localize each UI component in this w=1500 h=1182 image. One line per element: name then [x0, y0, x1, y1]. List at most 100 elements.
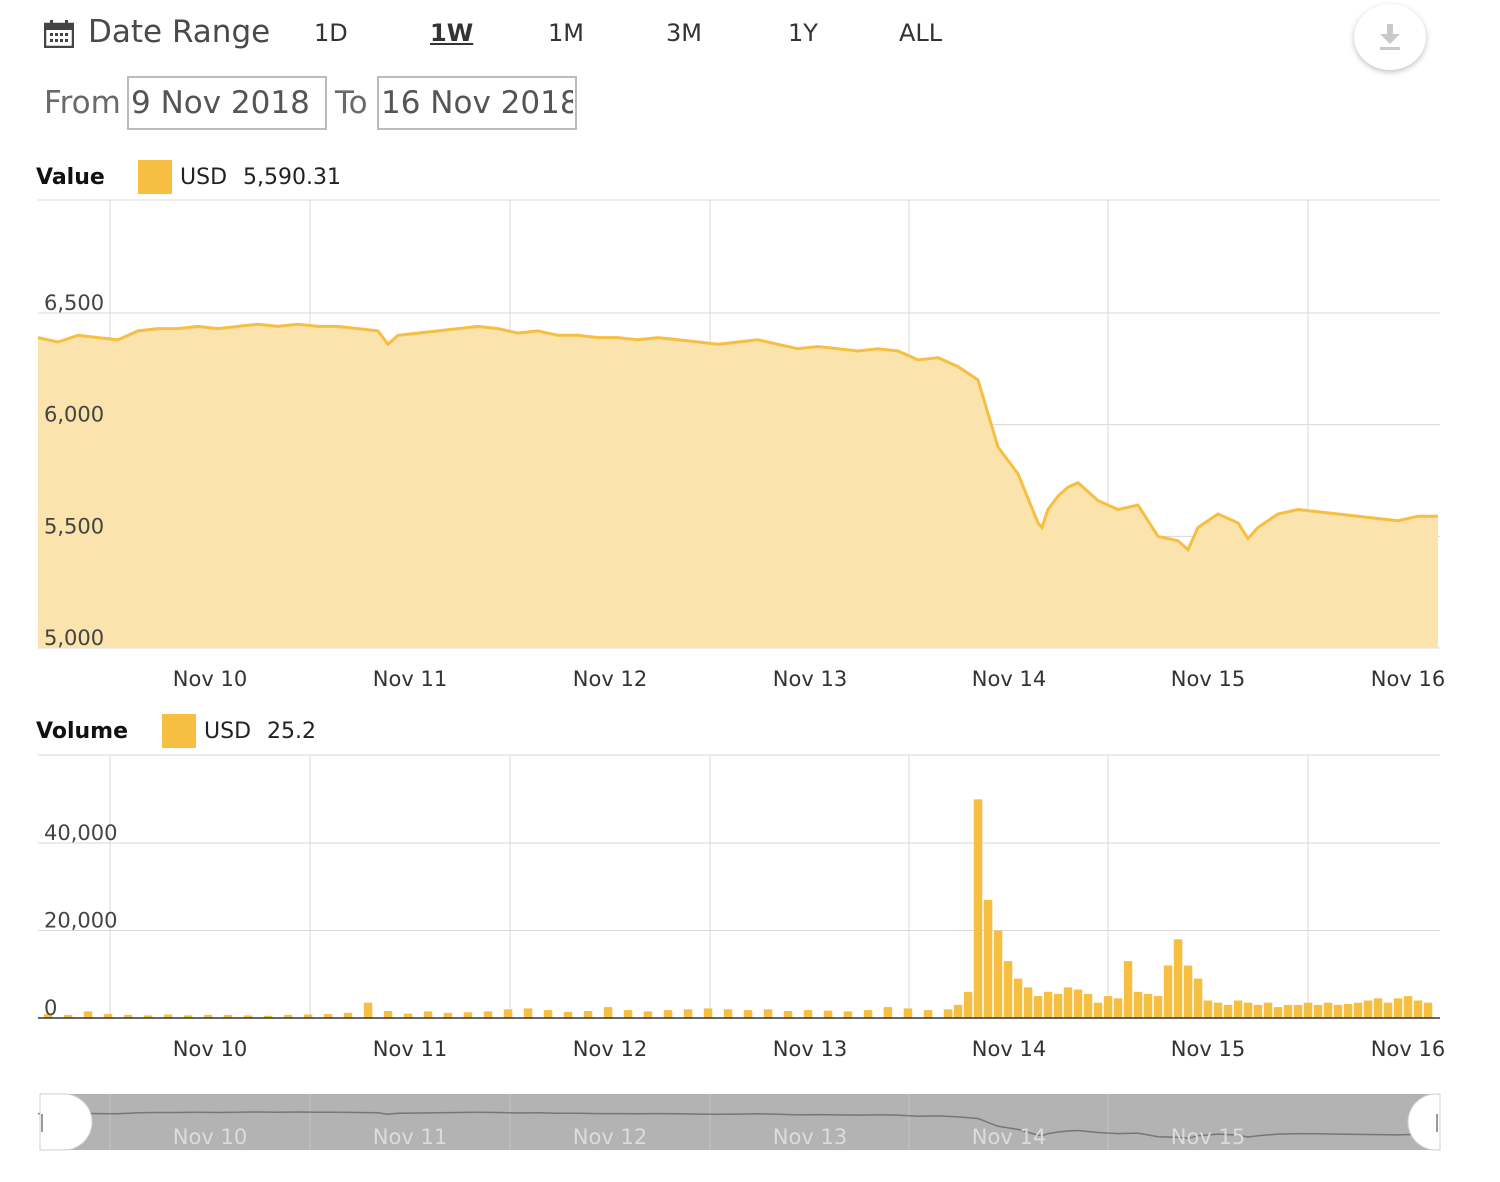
volume-bar — [1263, 1002, 1273, 1018]
volume-bar — [1123, 961, 1133, 1018]
volume-bar — [1083, 993, 1093, 1018]
volume-bar — [1253, 1004, 1263, 1018]
volume-bar — [1343, 1004, 1353, 1018]
volume-bar — [1423, 1002, 1433, 1018]
volume-bar — [1193, 978, 1203, 1018]
volume-bar — [973, 799, 983, 1019]
volume-bar — [1113, 998, 1123, 1018]
volume-bar — [903, 1008, 913, 1018]
volume-bar — [1073, 989, 1083, 1018]
volume-bar — [1103, 996, 1113, 1018]
volume-bar — [1183, 965, 1193, 1018]
volume-bar — [623, 1010, 633, 1018]
volume-bar — [1233, 1000, 1243, 1018]
volume-bar — [1293, 1004, 1303, 1018]
volume-bar — [723, 1009, 733, 1019]
volume-bar — [1173, 939, 1183, 1019]
volume-x-tick-label: Nov 12 — [573, 1037, 647, 1061]
volume-bar — [683, 1009, 693, 1019]
volume-y-tick-label: 0 — [44, 996, 57, 1020]
volume-x-tick-label: Nov 15 — [1171, 1037, 1245, 1061]
volume-bar — [883, 1007, 893, 1018]
volume-bar — [1003, 961, 1013, 1018]
volume-bar — [953, 1004, 963, 1018]
volume-bar — [1313, 1004, 1323, 1018]
volume-bar — [1063, 987, 1073, 1018]
volume-bar — [1273, 1007, 1283, 1018]
volume-y-tick-label: 20,000 — [44, 909, 117, 933]
volume-bar — [583, 1011, 593, 1018]
navigator-x-tick-label: Nov 13 — [773, 1125, 847, 1149]
volume-bar — [1333, 1004, 1343, 1018]
volume-x-tick-label: Nov 16 — [1371, 1037, 1445, 1061]
volume-bar — [1163, 965, 1173, 1018]
volume-bar — [1043, 991, 1053, 1019]
navigator-x-tick-label: Nov 10 — [173, 1125, 247, 1149]
value-area — [38, 324, 1438, 648]
volume-bar — [1283, 1004, 1293, 1018]
navigator-x-tick-label: Nov 14 — [972, 1125, 1046, 1149]
navigator[interactable]: Nov 10 Nov 11 Nov 12 Nov 13 Nov 14 Nov 15 — [37, 1093, 1441, 1151]
value-x-tick-label: Nov 16 — [1371, 667, 1445, 691]
volume-chart: 0 20,000 40,000 Nov 10 Nov 11 Nov 12 Nov 13 Nov… — [38, 754, 1445, 1061]
chart-canvas: 5,0005,5006,0006,500Nov 10 Nov 11 Nov 12 No… — [37, 199, 1445, 1151]
volume-bar — [463, 1012, 473, 1018]
volume-bar — [643, 1011, 653, 1018]
volume-bar — [1393, 998, 1403, 1018]
volume-bar — [603, 1007, 613, 1018]
value-x-tick-label: Nov 15 — [1171, 667, 1245, 691]
volume-bar — [1013, 978, 1023, 1018]
navigator-handle-left[interactable] — [39, 1093, 93, 1151]
volume-bar — [1373, 998, 1383, 1018]
value-y-tick-label: 5,500 — [44, 514, 104, 538]
volume-bar — [383, 1011, 393, 1018]
value-x-tick-label: Nov 12 — [573, 667, 647, 691]
volume-bar — [1383, 1002, 1393, 1018]
volume-bar — [1153, 996, 1163, 1018]
volume-bar — [1323, 1002, 1333, 1018]
value-y-tick-label: 6,500 — [44, 291, 104, 315]
volume-x-tick-label: Nov 10 — [173, 1037, 247, 1061]
value-x-tick-label: Nov 14 — [972, 667, 1046, 691]
volume-bar — [1053, 993, 1063, 1018]
volume-bar — [543, 1010, 553, 1018]
navigator-x-tick-label: Nov 15 — [1171, 1125, 1245, 1149]
volume-bar — [483, 1011, 493, 1018]
volume-bar — [1093, 1002, 1103, 1018]
volume-bar — [1413, 1000, 1423, 1018]
volume-x-tick-label: Nov 11 — [373, 1037, 447, 1061]
volume-bar — [423, 1011, 433, 1018]
volume-bar — [1213, 1002, 1223, 1018]
volume-bar — [523, 1008, 533, 1018]
volume-bar — [1143, 993, 1153, 1018]
volume-bar — [823, 1010, 833, 1018]
volume-bar — [83, 1011, 93, 1018]
volume-bar — [703, 1008, 713, 1018]
volume-y-tick-label: 40,000 — [44, 821, 117, 845]
volume-bar — [563, 1011, 573, 1018]
volume-bar — [503, 1009, 513, 1019]
volume-bar — [863, 1010, 873, 1018]
volume-bar — [363, 1002, 373, 1018]
volume-bar — [1033, 996, 1043, 1018]
volume-bar — [1353, 1002, 1363, 1018]
volume-bar — [743, 1010, 753, 1018]
volume-bar — [763, 1009, 773, 1019]
volume-bar — [1023, 987, 1033, 1018]
value-x-tick-label: Nov 10 — [173, 667, 247, 691]
volume-bar — [783, 1011, 793, 1018]
value-chart: 5,000 5,500 6,000 6,500 Nov 10 Nov 11 Nov 12 No… — [37, 199, 1445, 691]
navigator-x-tick-label: Nov 11 — [373, 1125, 447, 1149]
value-y-tick-label: 6,000 — [44, 403, 104, 427]
volume-bar — [803, 1010, 813, 1018]
volume-bar — [1403, 996, 1413, 1018]
volume-bar — [923, 1010, 933, 1018]
volume-x-tick-label: Nov 13 — [773, 1037, 847, 1061]
navigator-x-tick-label: Nov 12 — [573, 1125, 647, 1149]
volume-bar — [1363, 1000, 1373, 1018]
value-x-tick-label: Nov 13 — [773, 667, 847, 691]
value-x-tick-label: Nov 11 — [373, 667, 447, 691]
volume-bar — [1243, 1002, 1253, 1018]
volume-bar — [943, 1009, 953, 1019]
volume-bar — [1223, 1004, 1233, 1018]
